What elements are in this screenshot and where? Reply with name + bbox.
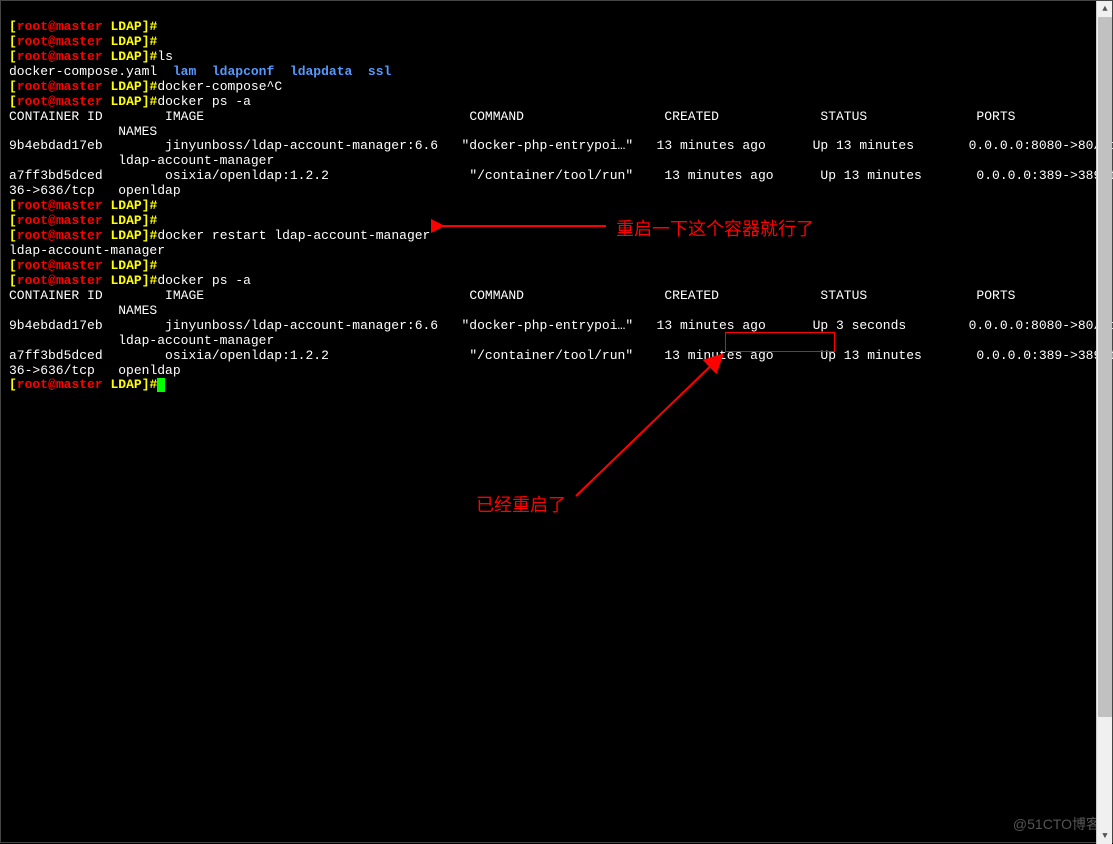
ps-row: 9b4ebdad17eb jinyunboss/ldap-account-man… — [9, 138, 1113, 153]
prompt-line: [root@master LDAP]# — [9, 34, 157, 49]
ls-dir: ldapdata — [290, 64, 352, 79]
prompt-line: [root@master LDAP]# — [9, 19, 157, 34]
prompt-line: [root@master LDAP]# — [9, 258, 157, 273]
ps-row-wrap: 36->636/tcp openldap — [9, 183, 181, 198]
ps-command-2: docker ps -a — [157, 273, 251, 288]
prompt-line: [root@master LDAP]# — [9, 198, 157, 213]
ps-header: CONTAINER ID IMAGE COMMAND CREATED STATU… — [9, 288, 1015, 303]
ls-output-file: docker-compose.yaml — [9, 64, 157, 79]
restart-output: ldap-account-manager — [9, 243, 165, 258]
ps-row-names: ldap-account-manager — [9, 333, 274, 348]
ps-header: CONTAINER ID IMAGE COMMAND CREATED STATU… — [9, 109, 1015, 124]
ps-command: docker ps -a — [157, 94, 251, 109]
terminal-output[interactable]: [root@master LDAP]# [root@master LDAP]# … — [1, 1, 1112, 397]
ls-dir: ssl — [368, 64, 391, 79]
scrollbar-down-icon[interactable]: ▼ — [1097, 828, 1113, 844]
prompt-line: [root@master LDAP]# — [9, 228, 157, 243]
scrollbar[interactable]: ▲ ▼ — [1096, 1, 1112, 844]
prompt-line: [root@master LDAP]# — [9, 377, 157, 392]
ps-row: a7ff3bd5dced osixia/openldap:1.2.2 "/con… — [9, 348, 1113, 363]
ps-header-names: NAMES — [9, 303, 157, 318]
watermark: @51CTO博客 — [1013, 814, 1100, 834]
ls-dir: lam — [173, 64, 196, 79]
restart-annotation: 重启一下这个容器就行了 — [616, 215, 814, 241]
ps-row: a7ff3bd5dced osixia/openldap:1.2.2 "/con… — [9, 168, 1113, 183]
prompt-line: [root@master LDAP]# — [9, 213, 157, 228]
ls-dir: ldapconf — [212, 64, 274, 79]
scrollbar-up-icon[interactable]: ▲ — [1097, 1, 1113, 17]
ls-command: ls — [157, 49, 173, 64]
ps-row-wrap: 36->636/tcp openldap — [9, 363, 181, 378]
scrollbar-thumb[interactable] — [1098, 17, 1112, 717]
prompt-line: [root@master LDAP]# — [9, 273, 157, 288]
restarted-annotation: 已经重启了 — [476, 491, 566, 517]
compose-command: docker-compose^C — [157, 79, 282, 94]
ps-row: 9b4ebdad17eb jinyunboss/ldap-account-man… — [9, 318, 1113, 333]
prompt-line: [root@master LDAP]# — [9, 94, 157, 109]
restart-command: docker restart ldap-account-manager — [157, 228, 430, 243]
ps-header-names: NAMES — [9, 124, 157, 139]
ps-row-names: ldap-account-manager — [9, 153, 274, 168]
prompt-line: [root@master LDAP]# — [9, 49, 157, 64]
prompt-line: [root@master LDAP]# — [9, 79, 157, 94]
cursor — [157, 378, 165, 392]
